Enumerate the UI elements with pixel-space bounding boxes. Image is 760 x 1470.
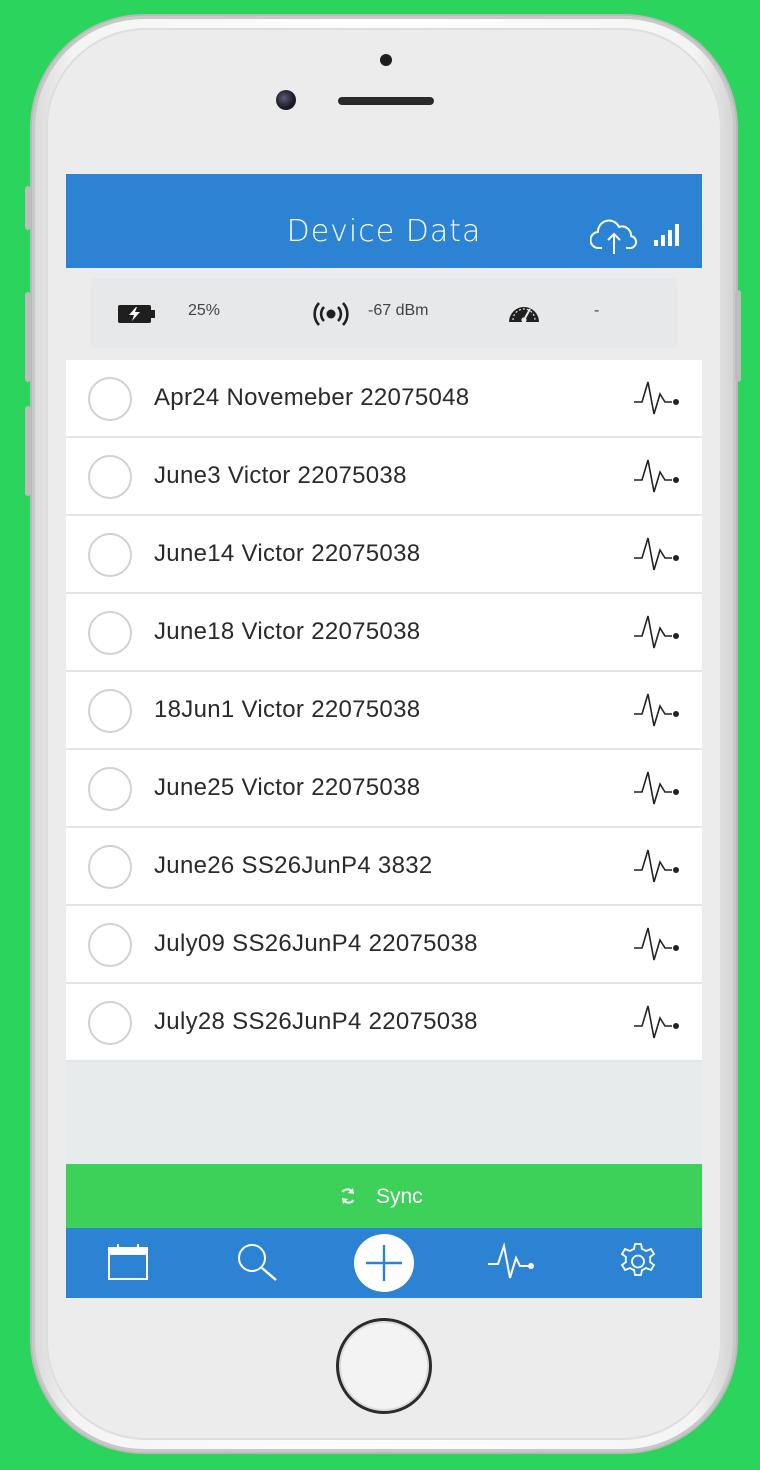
tab-bar: [66, 1228, 702, 1298]
pulse-icon: [488, 1242, 534, 1279]
list-item[interactable]: June25 Victor 22075038: [66, 750, 702, 828]
list-item[interactable]: July09 SS26JunP4 22075038: [66, 906, 702, 984]
signal-strength-icon: [654, 224, 679, 246]
tab-pulse[interactable]: [474, 1228, 554, 1298]
select-radio[interactable]: [88, 533, 132, 577]
waveform-icon[interactable]: [634, 534, 682, 574]
cloud-upload-icon[interactable]: [590, 216, 638, 256]
add-button[interactable]: [354, 1234, 414, 1292]
waveform-icon[interactable]: [634, 846, 682, 886]
front-camera: [276, 90, 296, 110]
waveform-icon[interactable]: [634, 456, 682, 496]
record-label: June25 Victor 22075038: [154, 774, 421, 801]
select-radio[interactable]: [88, 767, 132, 811]
record-label: July28 SS26JunP4 22075038: [154, 1008, 478, 1035]
rssi-value: -67 dBm: [368, 302, 429, 319]
device-status-card: 25% -67 dBm -: [90, 278, 678, 348]
list-item[interactable]: 18Jun1 Victor 22075038: [66, 672, 702, 750]
select-radio[interactable]: [88, 455, 132, 499]
waveform-icon[interactable]: [634, 924, 682, 964]
select-radio[interactable]: [88, 923, 132, 967]
power-button: [735, 290, 741, 382]
sync-label: Sync: [376, 1185, 423, 1208]
mute-switch: [25, 186, 31, 230]
volume-down-button: [25, 406, 31, 496]
earpiece-speaker: [338, 97, 434, 105]
add-icon: [366, 1245, 402, 1281]
rssi-broadcast-icon: [313, 302, 349, 326]
record-label: 18Jun1 Victor 22075038: [154, 696, 421, 723]
waveform-icon[interactable]: [634, 768, 682, 808]
speed-value: -: [594, 302, 600, 319]
select-radio[interactable]: [88, 1001, 132, 1045]
speedometer-icon: [509, 307, 539, 323]
select-radio[interactable]: [88, 845, 132, 889]
select-radio[interactable]: [88, 377, 132, 421]
list-item[interactable]: June18 Victor 22075038: [66, 594, 702, 672]
record-label: June14 Victor 22075038: [154, 540, 421, 567]
list-item[interactable]: Apr24 Novemeber 22075048: [66, 360, 702, 438]
battery-level: 25%: [188, 302, 221, 319]
select-radio[interactable]: [88, 611, 132, 655]
search-icon: [238, 1244, 277, 1281]
record-list: Apr24 Novemeber 22075048 June3 Victor 220…: [66, 360, 702, 1062]
calendar-icon: [108, 1244, 148, 1280]
home-button[interactable]: [336, 1318, 432, 1414]
navigation-bar: Device Data: [66, 174, 702, 268]
list-item[interactable]: June14 Victor 22075038: [66, 516, 702, 594]
waveform-icon[interactable]: [634, 690, 682, 730]
tab-calendar[interactable]: [90, 1228, 170, 1298]
list-item[interactable]: June3 Victor 22075038: [66, 438, 702, 516]
record-label: June3 Victor 22075038: [154, 462, 407, 489]
list-item[interactable]: July28 SS26JunP4 22075038: [66, 984, 702, 1062]
device-status-area: 25% -67 dBm -: [66, 268, 702, 360]
select-radio[interactable]: [88, 689, 132, 733]
tab-search[interactable]: [216, 1228, 296, 1298]
waveform-icon[interactable]: [634, 1002, 682, 1042]
sync-icon: [341, 1188, 355, 1204]
settings-icon: [620, 1243, 656, 1276]
proximity-sensor: [380, 54, 392, 66]
record-label: July09 SS26JunP4 22075038: [154, 930, 478, 957]
sync-button[interactable]: Sync: [66, 1164, 702, 1228]
battery-charging-icon: [118, 305, 155, 323]
app-screen: Device Data 25% -67 dBm - Apr24 Novemebe…: [66, 174, 702, 1298]
record-label: Apr24 Novemeber 22075048: [154, 384, 470, 411]
waveform-icon[interactable]: [634, 612, 682, 652]
list-item[interactable]: June26 SS26JunP4 3832: [66, 828, 702, 906]
record-label: June26 SS26JunP4 3832: [154, 852, 433, 879]
tab-settings[interactable]: [600, 1228, 680, 1298]
volume-up-button: [25, 292, 31, 382]
record-label: June18 Victor 22075038: [154, 618, 421, 645]
waveform-icon[interactable]: [634, 378, 682, 418]
